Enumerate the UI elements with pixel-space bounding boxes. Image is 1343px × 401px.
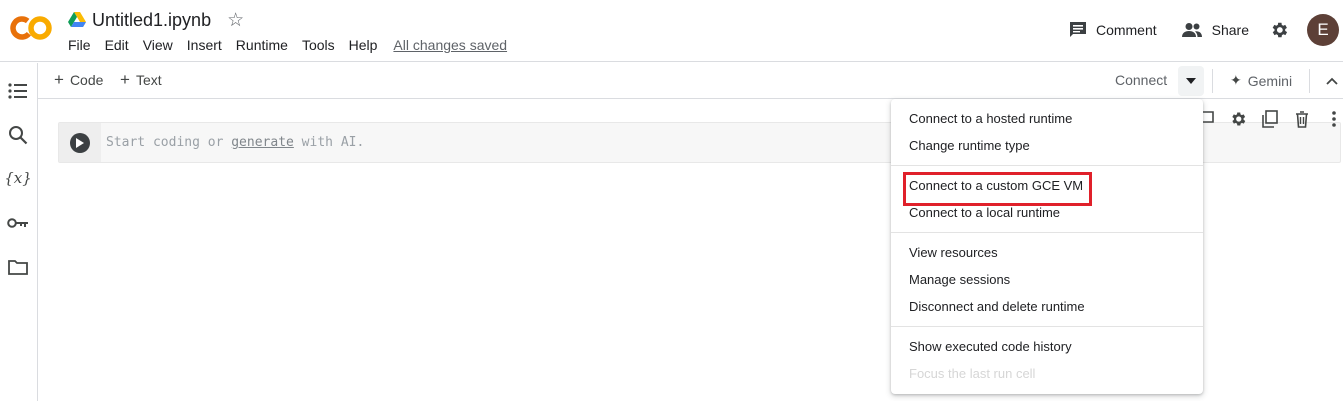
- cell-placeholder[interactable]: Start coding or generate with AI.: [106, 135, 364, 150]
- menu-divider: [891, 232, 1203, 233]
- menu-divider: [891, 326, 1203, 327]
- more-vert-icon[interactable]: [1318, 108, 1343, 130]
- menu-item-connect-custom-gce-vm[interactable]: Connect to a custom GCE VM: [909, 178, 1083, 193]
- delete-icon[interactable]: [1286, 108, 1318, 130]
- notebook-title[interactable]: Untitled1.ipynb: [92, 10, 211, 31]
- colab-logo[interactable]: [10, 14, 54, 42]
- placeholder-text: Start coding or: [106, 135, 232, 150]
- menu-item-manage-sessions[interactable]: Manage sessions: [909, 272, 1010, 287]
- menu-bar: File Edit View Insert Runtime Tools Help…: [68, 37, 507, 53]
- menu-item-disconnect-delete[interactable]: Disconnect and delete runtime: [909, 299, 1085, 314]
- caret-down-icon: [1186, 78, 1196, 84]
- menu-item-connect-local[interactable]: Connect to a local runtime: [909, 205, 1060, 220]
- run-cell-button[interactable]: [70, 132, 90, 153]
- menu-file[interactable]: File: [68, 37, 91, 53]
- share-button[interactable]: Share: [1181, 22, 1249, 38]
- settings-button[interactable]: [1269, 20, 1289, 40]
- cell-gutter: [59, 123, 101, 162]
- gear-icon: [1272, 22, 1288, 38]
- gemini-label: Gemini: [1247, 72, 1293, 89]
- cell-settings-gear-icon[interactable]: [1222, 108, 1254, 130]
- menu-edit[interactable]: Edit: [105, 37, 129, 53]
- mirror-cell-icon[interactable]: [1254, 108, 1286, 130]
- menu-insert[interactable]: Insert: [187, 37, 222, 53]
- star-icon[interactable]: ☆: [227, 11, 244, 30]
- comment-label: Comment: [1095, 22, 1157, 38]
- add-code-button[interactable]: + Code: [54, 71, 103, 88]
- runtime-dropdown-menu: Connect to a hosted runtime Change runti…: [891, 99, 1203, 394]
- toolbar-divider: [1309, 69, 1310, 93]
- menu-item-focus-last-run: Focus the last run cell: [909, 366, 1036, 381]
- placeholder-text-end: with AI.: [293, 135, 365, 150]
- app-header: Untitled1.ipynb ☆ File Edit View Insert …: [0, 0, 1343, 62]
- variables-icon[interactable]: {x}: [4, 167, 32, 189]
- chevron-up-icon[interactable]: [1326, 72, 1338, 90]
- connect-button[interactable]: Connect: [1115, 72, 1167, 88]
- menu-item-change-runtime-type[interactable]: Change runtime type: [909, 138, 1030, 153]
- menu-tools[interactable]: Tools: [302, 37, 335, 53]
- cell-toolbar: [1190, 108, 1343, 130]
- gemini-button[interactable]: ✦ Gemini: [1230, 72, 1292, 89]
- menu-view[interactable]: View: [143, 37, 173, 53]
- toolbar-divider: [1212, 69, 1213, 93]
- save-status[interactable]: All changes saved: [393, 37, 507, 53]
- menu-runtime[interactable]: Runtime: [236, 37, 288, 53]
- sparkle-icon: ✦: [1230, 72, 1242, 88]
- header-actions: Comment Share E: [1069, 14, 1343, 46]
- add-text-button[interactable]: + Text: [120, 71, 162, 88]
- generate-link[interactable]: generate: [231, 135, 294, 150]
- plus-icon: +: [54, 70, 64, 89]
- menu-item-executed-history[interactable]: Show executed code history: [909, 339, 1072, 354]
- folder-icon[interactable]: [7, 256, 29, 278]
- menu-help[interactable]: Help: [349, 37, 378, 53]
- account-avatar[interactable]: E: [1307, 14, 1339, 46]
- runtime-options-button[interactable]: [1178, 66, 1204, 96]
- comment-button[interactable]: Comment: [1069, 21, 1157, 39]
- title-row: Untitled1.ipynb ☆: [68, 8, 244, 32]
- menu-divider: [891, 165, 1203, 166]
- table-of-contents-icon[interactable]: [7, 80, 29, 102]
- notebook-toolbar: + Code + Text Connect ✦ Gemini: [38, 63, 1343, 99]
- left-sidebar: {x}: [0, 63, 38, 401]
- plus-icon: +: [120, 70, 130, 89]
- search-icon[interactable]: [7, 124, 29, 146]
- google-drive-icon: [68, 12, 86, 27]
- menu-item-connect-hosted[interactable]: Connect to a hosted runtime: [909, 111, 1072, 126]
- key-icon[interactable]: [7, 212, 29, 234]
- add-code-label: Code: [69, 71, 104, 88]
- comment-icon: [1069, 22, 1086, 37]
- add-text-label: Text: [135, 71, 162, 88]
- play-icon: [76, 137, 84, 148]
- share-label: Share: [1211, 22, 1249, 38]
- share-people-icon: [1181, 23, 1202, 37]
- menu-item-view-resources[interactable]: View resources: [909, 245, 998, 260]
